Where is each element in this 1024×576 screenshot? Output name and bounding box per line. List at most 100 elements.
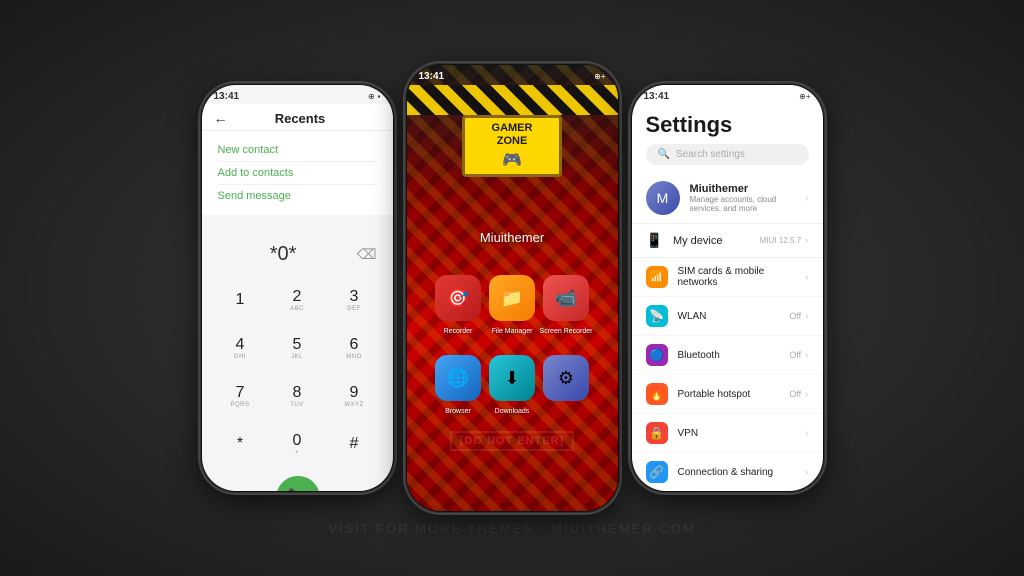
settings-item-connection[interactable]: 🔗 Connection & sharing › [632,453,823,491]
status-bar-2: 13:41 ⊕+ [407,65,618,84]
phone-dialer: 13:41 ⊕ ▪ ← Recents New contact Add to c… [200,83,395,493]
key-4[interactable]: 4GHI [214,326,267,370]
time-2: 13:41 [419,71,445,82]
settings-device[interactable]: 📱 My device MIUI 12.5.7 › [632,224,823,258]
key-hash[interactable]: # [328,422,381,466]
home-username: Miuithemer [480,230,544,245]
phone-settings: 13:41 ⊕+ Settings 🔍 Search settings M Mi… [630,83,825,493]
wlan-value: Off [789,311,801,321]
settings-item-vpn[interactable]: 🔒 VPN › [632,414,823,453]
settings-item-wlan[interactable]: 📡 WLAN Off › [632,297,823,336]
new-contact-option[interactable]: New contact [218,139,377,162]
status-icons-1: ⊕ ▪ [368,92,381,101]
settings-content: Settings 🔍 Search settings M Miuithemer … [632,104,823,491]
home-screen: 13:41 ⊕+ GAMER ZONE 🎮 Miuithemer 🎯 Recor… [407,65,618,511]
sim-icon: 📶 [646,266,668,288]
key-8[interactable]: 8TUV [271,374,324,418]
phones-container: 13:41 ⊕ ▪ ← Recents New contact Add to c… [200,63,825,513]
settings-item-bluetooth[interactable]: 🔵 Bluetooth Off › [632,336,823,375]
app-downloads[interactable]: ⬇ Downloads [489,355,535,401]
status-bar-3: 13:41 ⊕+ [632,85,823,104]
settings-item-sim[interactable]: 📶 SIM cards & mobile networks › [632,258,823,297]
key-star[interactable]: * [214,422,267,466]
battery-icon-2: ⊕+ [594,72,605,81]
profile-info: Miuithemer Manage accounts, cloud servic… [690,183,806,213]
key-1[interactable]: 1 [214,278,267,322]
key-3[interactable]: 3DEF [328,278,381,322]
bluetooth-icon: 🔵 [646,344,668,366]
menu-icon[interactable]: ☰ [222,488,236,491]
hotspot-label: Portable hotspot [678,389,790,400]
browser-icon: 🌐 [447,368,469,389]
dialer-number-display: *0* [218,243,349,266]
settings-title: Settings [632,104,823,144]
screen-rec-label: Screen Recorder [540,328,593,335]
key-0[interactable]: 0+ [271,422,324,466]
gamer-zone-text1: GAMER [475,122,549,135]
key-6[interactable]: 6MNO [328,326,381,370]
key-5[interactable]: 5JKL [271,326,324,370]
recorder-icon: 🎯 [447,288,469,309]
search-placeholder: Search settings [676,149,745,160]
send-message-option[interactable]: Send message [218,185,377,207]
keypad-icon[interactable]: ⊞ [361,490,373,492]
settings-item-hotspot[interactable]: 🔥 Portable hotspot Off › [632,375,823,414]
dialer-screen: 13:41 ⊕ ▪ ← Recents New contact Add to c… [202,85,393,491]
device-chevron-icon: › [805,235,808,246]
device-label: My device [673,235,760,247]
status-icons-2: ⊕+ [594,72,605,81]
profile-chevron-icon: › [805,193,808,204]
search-icon: 🔍 [658,149,670,160]
hotspot-value: Off [789,389,801,399]
app-screen-recorder[interactable]: 📹 Screen Recorder [543,275,589,321]
filemanager-icon: 📁 [501,288,523,309]
gamer-zone-sign: GAMER ZONE 🎮 [462,115,562,177]
call-button[interactable]: 📞 [276,476,320,491]
key-2[interactable]: 2ABC [271,278,324,322]
hotspot-chevron-icon: › [805,389,808,400]
key-9[interactable]: 9WXYZ [328,374,381,418]
dialer-input-row: *0* ⌫ [202,235,393,274]
profile-avatar: M [646,181,680,215]
add-contacts-option[interactable]: Add to contacts [218,162,377,185]
screen-rec-icon: 📹 [555,288,577,309]
controller-icon: 🎮 [475,150,549,170]
vpn-icon: 🔒 [646,422,668,444]
dialer-bottom-bar: ☰ 📞 ⊞ [202,470,393,491]
vpn-chevron-icon: › [805,428,808,439]
battery-icon-3: ⊕+ [799,92,810,101]
profile-subtitle: Manage accounts, cloud services, and mor… [690,195,806,213]
settings-list: 📶 SIM cards & mobile networks › 📡 WLAN O… [632,258,823,491]
do-not-enter-text: [DO NOT ENTER] [450,431,574,451]
app-settings-home[interactable]: ⚙ [543,355,589,401]
gamer-zone-text2: ZONE [475,135,549,148]
bluetooth-chevron-icon: › [805,350,808,361]
key-7[interactable]: 7PQRS [214,374,267,418]
hotspot-icon: 🔥 [646,383,668,405]
warning-stripe [407,85,618,115]
time-1: 13:41 [214,91,240,102]
search-bar[interactable]: 🔍 Search settings [646,144,809,165]
bluetooth-label: Bluetooth [678,350,790,361]
recorder-label: Recorder [444,328,473,335]
dialer-header: ← Recents [202,104,393,131]
wlan-chevron-icon: › [805,311,808,322]
settings2-icon: ⚙ [558,368,574,389]
connection-icon: 🔗 [646,461,668,483]
browser-label: Browser [445,408,471,415]
wlan-icon: 📡 [646,305,668,327]
dialer-options: New contact Add to contacts Send message [202,131,393,215]
app-recorder[interactable]: 🎯 Recorder [435,275,481,321]
battery-icon: ⊕ [368,92,375,101]
settings-screen: 13:41 ⊕+ Settings 🔍 Search settings M Mi… [632,85,823,491]
app-browser[interactable]: 🌐 Browser [435,355,481,401]
app-file-manager[interactable]: 📁 File Manager [489,275,535,321]
settings-profile[interactable]: M Miuithemer Manage accounts, cloud serv… [632,173,823,224]
back-button[interactable]: ← [214,110,228,126]
status-bar-1: 13:41 ⊕ ▪ [202,85,393,104]
connection-label: Connection & sharing [678,467,806,478]
bluetooth-value: Off [789,350,801,360]
device-icon: 📱 [646,232,663,249]
divider [202,215,393,235]
backspace-button[interactable]: ⌫ [357,246,377,263]
